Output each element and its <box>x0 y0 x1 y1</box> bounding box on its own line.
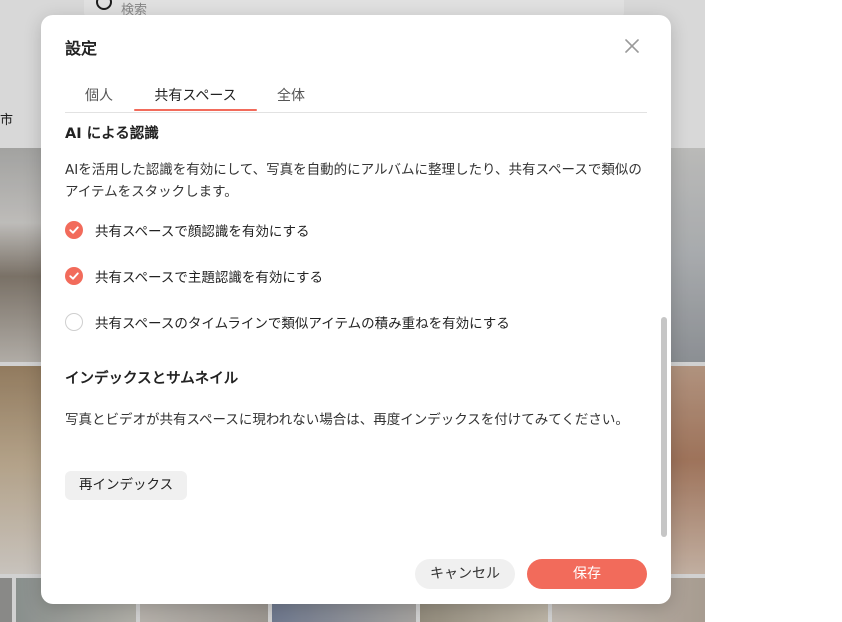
tab-all[interactable]: 全体 <box>260 85 322 111</box>
active-tab-indicator <box>134 109 257 111</box>
subject-recognition-option[interactable]: 共有スペースで主題認識を有効にする <box>65 265 323 287</box>
index-thumbnail-description: 写真とビデオが共有スペースに現われない場合は、再度インデックスを付けてみてくださ… <box>65 412 629 428</box>
settings-dialog: 設定 個人 共有スペース 全体 AI による認識 AIを活用した認識を有効にして… <box>41 15 671 604</box>
checkbox-unchecked-icon[interactable] <box>65 313 83 331</box>
dialog-scrollbar[interactable] <box>661 317 667 537</box>
stack-similar-items-option[interactable]: 共有スペースのタイムラインで類似アイテムの積み重ねを有効にする <box>65 311 510 333</box>
close-icon <box>625 39 639 53</box>
tab-shared-space[interactable]: 共有スペース <box>134 85 257 111</box>
checkbox-checked-icon[interactable] <box>65 267 83 285</box>
stack-similar-items-label: 共有スペースのタイムラインで類似アイテムの積み重ねを有効にする <box>95 316 510 332</box>
index-thumbnail-heading: インデックスとサムネイル <box>65 371 239 387</box>
dialog-title: 設定 <box>65 39 98 58</box>
ai-recognition-heading: AI による認識 <box>65 126 159 142</box>
cancel-button[interactable]: キャンセル <box>415 559 515 589</box>
settings-tabs: 個人 共有スペース 全体 <box>65 85 647 113</box>
face-recognition-label: 共有スペースで顔認識を有効にする <box>95 224 310 240</box>
close-button[interactable] <box>621 35 643 57</box>
save-button[interactable]: 保存 <box>527 559 647 589</box>
tab-personal[interactable]: 個人 <box>65 85 133 111</box>
reindex-button[interactable]: 再インデックス <box>65 471 188 500</box>
settings-content: AI による認識 AIを活用した認識を有効にして、写真を自動的にアルバムに整理し… <box>65 119 655 549</box>
blank-area <box>705 0 842 622</box>
face-recognition-option[interactable]: 共有スペースで顔認識を有効にする <box>65 219 310 241</box>
ai-recognition-description: AIを活用した認識を有効にして、写真を自動的にアルバムに整理したり、共有スペース… <box>65 162 642 200</box>
subject-recognition-label: 共有スペースで主題認識を有効にする <box>95 270 324 286</box>
checkbox-checked-icon[interactable] <box>65 221 83 239</box>
app-root: 検索 市 設定 個人 共有スペース 全体 AI による認識 AIを活用した認識を… <box>0 0 842 622</box>
